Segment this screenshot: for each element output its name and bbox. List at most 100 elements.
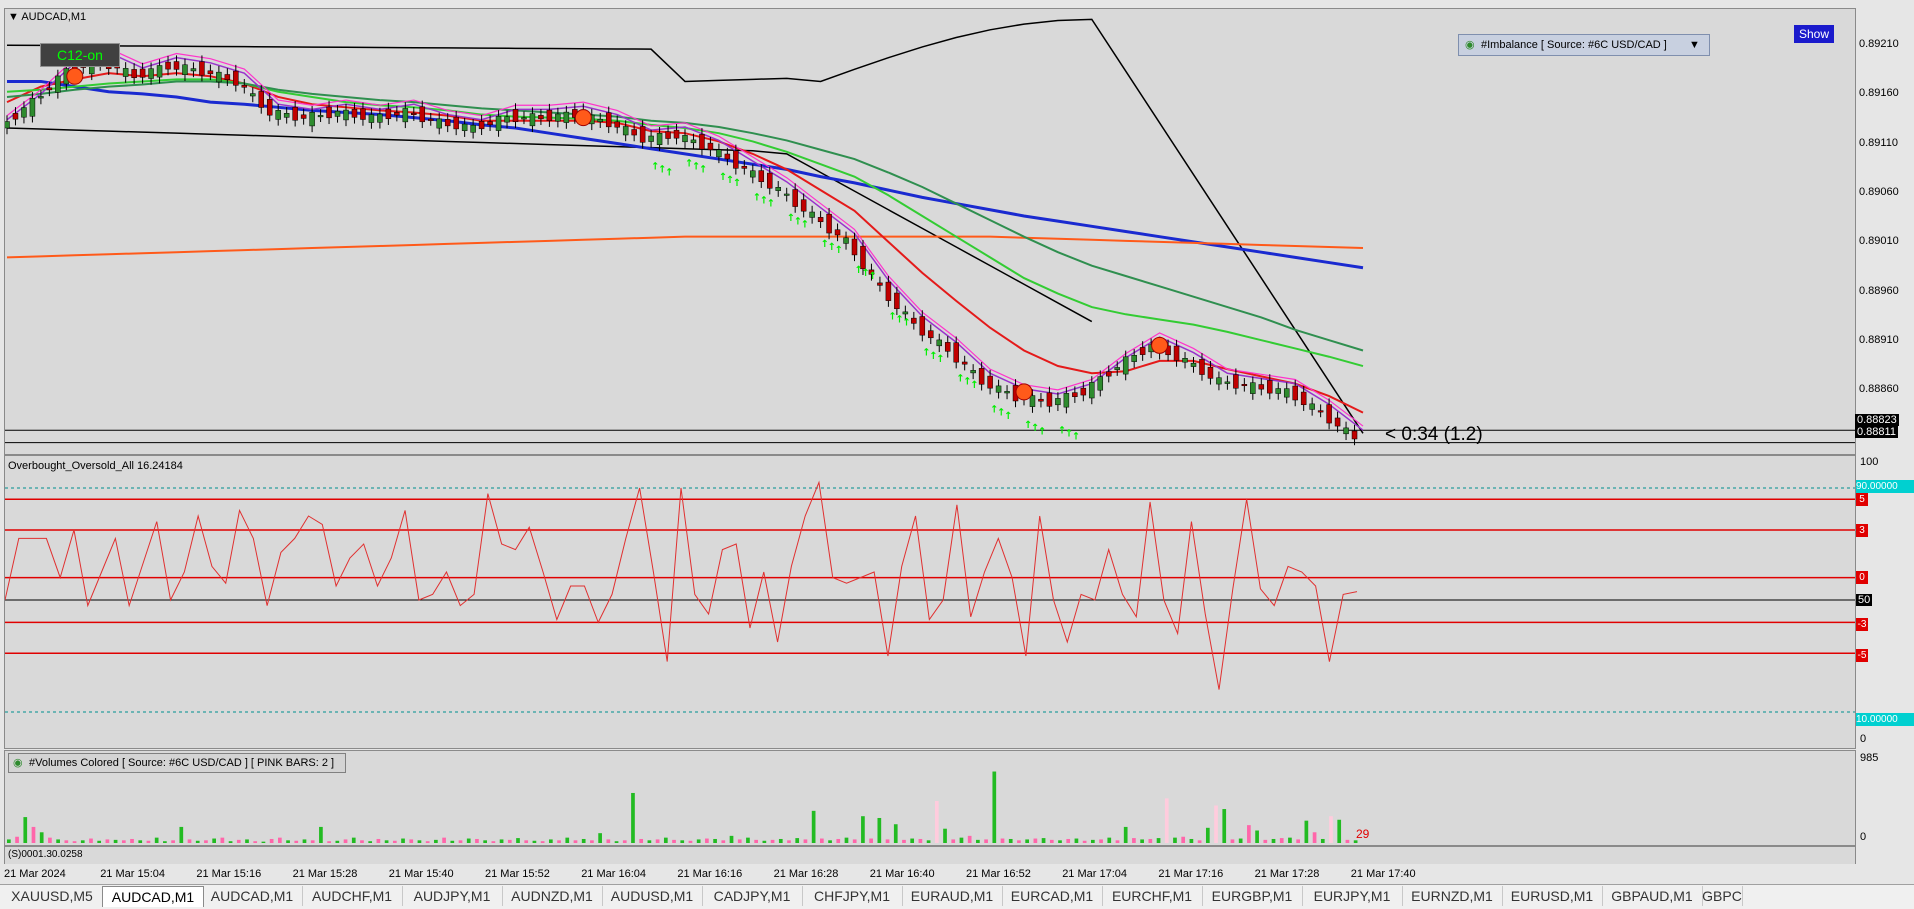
symbol-tab[interactable]: CADJPY,M1 [702, 886, 803, 906]
candle-body [368, 114, 375, 123]
show-button[interactable]: Show [1794, 25, 1834, 43]
candle-body [800, 199, 807, 212]
volume-bar [1181, 836, 1186, 843]
volume-bar [820, 838, 824, 843]
volume-indicator-box[interactable]: ◉ #Volumes Colored [ Source: #6C USD/CAD… [8, 753, 346, 773]
candle-body [733, 150, 739, 169]
current-price-2: 0.88811 [1855, 426, 1898, 438]
candle-countdown: < 0:34 (1.2) [1385, 424, 1483, 445]
volume-bar [614, 841, 619, 843]
time-tick-label: 21 Mar 17:16 [1158, 868, 1224, 880]
candle-body [648, 135, 654, 142]
dropdown-triangle-icon[interactable]: ▼ [8, 11, 19, 23]
oscillator-pane[interactable]: Overbought_Oversold_All 16.24184 [4, 455, 1856, 749]
volume-bar [1074, 838, 1079, 843]
volume-bar [187, 839, 192, 843]
volume-bar [425, 841, 430, 843]
volume-bars-group [7, 771, 1358, 843]
volume-bar [943, 828, 947, 843]
symbol-tab[interactable]: AUDCHF,M1 [302, 886, 403, 906]
candle-body [326, 106, 332, 119]
volume-bar [672, 839, 676, 843]
time-axis: 21 Mar 2024 21 Mar 15:04 21 Mar 15:16 21 Ma… [0, 864, 1914, 884]
volume-bar [1017, 840, 1021, 843]
volume-bar [171, 840, 175, 843]
candle-body [546, 109, 553, 121]
volume-bar [1099, 839, 1103, 843]
symbol-tab[interactable]: AUDCAD,M1 [202, 886, 303, 906]
symbol-tab[interactable]: EURNZD,M1 [1402, 886, 1503, 906]
symbol-tab[interactable]: AUDUSD,M1 [602, 886, 703, 906]
imbalance-indicator-box[interactable]: ◉ #Imbalance [ Source: #6C USD/CAD ] ▼ [1458, 34, 1710, 56]
oscillator-chart[interactable] [5, 456, 1855, 748]
symbol-tab[interactable]: EURCHF,M1 [1102, 886, 1203, 906]
symbol-tab[interactable]: AUDJPY,M1 [402, 886, 503, 906]
symbol-title-text: AUDCAD,M1 [21, 11, 87, 23]
symbol-tab[interactable]: AUDNZD,M1 [502, 886, 603, 906]
candle-body [1292, 385, 1298, 401]
chevron-down-icon[interactable]: ▼ [1689, 35, 1700, 55]
volume-bar [1156, 838, 1161, 843]
candle-body [199, 61, 205, 76]
volume-bar [401, 838, 405, 843]
volume-bar [893, 824, 898, 843]
volume-bar [31, 826, 36, 843]
volume-bar [1148, 838, 1153, 843]
volume-bar [844, 837, 849, 843]
c12-status-badge[interactable]: C12-on [40, 43, 120, 67]
volume-bar [195, 840, 200, 843]
candle-body [343, 109, 349, 121]
volume-bar [581, 838, 586, 843]
volume-bar [1115, 840, 1120, 843]
volume-bar [7, 839, 11, 843]
candle-body [639, 126, 646, 143]
volume-bar [1140, 839, 1144, 843]
volume-last-value: 29 [1356, 827, 1370, 841]
symbol-title: ▼ AUDCAD,M1 [8, 11, 86, 23]
symbol-tab[interactable]: GBPC [1702, 886, 1743, 906]
symbol-tab[interactable]: AUDCAD,M1 [102, 886, 204, 907]
main-price-pane[interactable]: ↑ ↑ ↑ ↑ ↑ ↑ ↑ ↑ ↑ ↑ ↑ ↑ ↑ ↑ ↑ ↑ ↑ ↑ ↑ ↑ ↑ ↑ ↑ ↑ ↑ ↑ ↑ ↑ ↑ ↑ ↑ ↑ ↑ ↑ ↑ ↑ ↑ ↑ ↑ … [4, 8, 1856, 455]
volume-bar [631, 792, 635, 843]
volume-bar [1082, 840, 1087, 843]
volume-bar [861, 816, 865, 843]
symbol-tab[interactable]: GBPAUD,M1 [1602, 886, 1703, 906]
volume-bar [688, 840, 693, 843]
current-price-1: 0.88823 [1855, 414, 1899, 426]
volume-bar [360, 840, 364, 843]
volume-bar [770, 839, 775, 843]
candle-body [707, 142, 714, 151]
candle-body [29, 98, 36, 117]
symbol-tab[interactable]: EURAUD,M1 [902, 886, 1003, 906]
candle-body [911, 317, 917, 324]
time-tick-label: 21 Mar 16:52 [966, 868, 1031, 880]
symbol-tab[interactable]: EURJPY,M1 [1302, 886, 1403, 906]
candle-body [961, 361, 968, 365]
up-arrow-icon: ↑ [835, 245, 843, 256]
candle-body [250, 93, 256, 97]
volume-bar [1041, 838, 1046, 843]
volume-bar [762, 840, 767, 843]
ema-orange-line [6, 235, 1364, 259]
volume-axis-bottom: 0 [1860, 831, 1867, 843]
price-chart[interactable]: ↑↑↑↑↑↑↑↑↑↑↑↑↑↑↑↑↑↑↑↑↑↑↑↑↑↑↑↑↑↑↑↑↑↑↑↑ ↑↑↑ [5, 9, 1855, 454]
symbol-tab[interactable]: EURCAD,M1 [1002, 886, 1103, 906]
candle-body [690, 139, 697, 144]
price-tick-label: 0.89210 [1859, 38, 1899, 50]
symbol-tab[interactable]: CHFJPY,M1 [802, 886, 903, 906]
volume-bar [1337, 819, 1342, 843]
volume-bar [1164, 798, 1169, 843]
volume-bar [1123, 826, 1128, 843]
candle-body [919, 316, 926, 336]
candle-body [817, 217, 824, 223]
small-indicator-pane[interactable]: (S)0001.30.0258 [4, 846, 1856, 866]
symbol-tab[interactable]: EURUSD,M1 [1502, 886, 1603, 906]
candle-body [461, 123, 468, 131]
symbol-tab[interactable]: XAUUSD,M5 [2, 886, 103, 906]
symbol-tab[interactable]: EURGBP,M1 [1202, 886, 1303, 906]
time-tick-label: 21 Mar 16:04 [581, 868, 647, 880]
signal-dot [66, 67, 84, 85]
volume-bar [1263, 839, 1268, 843]
candle-body [512, 109, 519, 123]
volume-bar [1230, 839, 1235, 843]
